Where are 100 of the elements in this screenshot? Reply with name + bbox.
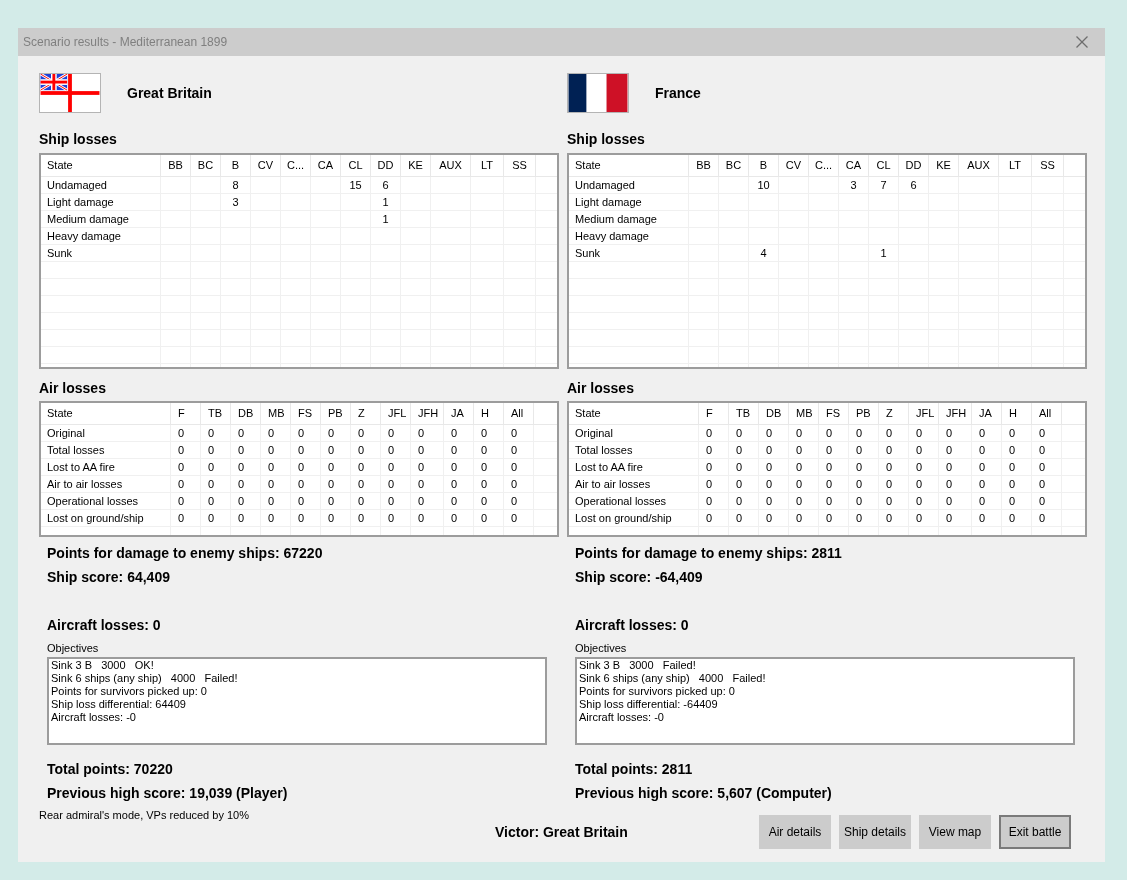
column-header[interactable]: JA [972, 403, 1002, 424]
table-cell: 0 [729, 476, 759, 492]
table-cell: Original [41, 425, 171, 441]
objective-line: Aircraft losses: -0 [51, 711, 136, 724]
section-title: Ship losses [39, 130, 117, 148]
column-header[interactable]: JA [444, 403, 474, 424]
column-header[interactable]: H [1002, 403, 1032, 424]
column-header[interactable]: F [171, 403, 201, 424]
column-header[interactable]: CV [779, 155, 809, 176]
column-header[interactable]: BC [191, 155, 221, 176]
column-header[interactable]: B [221, 155, 251, 176]
table-cell: 0 [879, 442, 909, 458]
table-cell: 0 [729, 442, 759, 458]
column-header[interactable]: B [749, 155, 779, 176]
column-header[interactable]: JFL [381, 403, 411, 424]
damage-points-text: Points for damage to enemy ships: 67220 [47, 544, 323, 562]
column-header[interactable]: CA [311, 155, 341, 176]
column-header[interactable]: PB [321, 403, 351, 424]
column-header[interactable]: H [474, 403, 504, 424]
table-cell: 0 [789, 493, 819, 509]
table-cell: 0 [474, 476, 504, 492]
column-header[interactable]: C... [809, 155, 839, 176]
table-cell: Sunk [569, 245, 689, 261]
table-cell: 0 [201, 510, 231, 526]
table-cell: 0 [381, 493, 411, 509]
column-header[interactable]: DB [759, 403, 789, 424]
table-cell: 0 [699, 442, 729, 458]
action-button[interactable]: Ship details [839, 815, 911, 849]
action-button[interactable]: Air details [759, 815, 831, 849]
column-header[interactable]: Z [351, 403, 381, 424]
column-header[interactable]: DD [899, 155, 929, 176]
column-header[interactable]: State [569, 403, 699, 424]
column-header[interactable]: State [569, 155, 689, 176]
table-cell: 0 [261, 425, 291, 441]
table-cell: 0 [939, 476, 972, 492]
column-header[interactable]: All [1032, 403, 1062, 424]
table-cell: 0 [699, 425, 729, 441]
section-title: Air losses [567, 379, 634, 397]
section-title: Ship losses [567, 130, 645, 148]
column-header[interactable]: MB [261, 403, 291, 424]
column-header[interactable]: LT [999, 155, 1032, 176]
column-header[interactable]: CA [839, 155, 869, 176]
column-header[interactable]: SS [1032, 155, 1064, 176]
column-header[interactable]: JFH [411, 403, 444, 424]
column-header[interactable]: KE [929, 155, 959, 176]
column-header[interactable]: AUX [431, 155, 471, 176]
column-header[interactable]: BB [161, 155, 191, 176]
table-cell: 0 [849, 510, 879, 526]
column-header[interactable]: CL [869, 155, 899, 176]
column-header[interactable]: DD [371, 155, 401, 176]
close-icon [1076, 36, 1088, 48]
column-header[interactable]: JFH [939, 403, 972, 424]
column-header[interactable]: KE [401, 155, 431, 176]
column-header[interactable]: TB [729, 403, 759, 424]
action-button[interactable]: Exit battle [999, 815, 1071, 849]
objective-line: Sink 6 ships (any ship) 4000 Failed! [51, 672, 238, 685]
column-header[interactable]: CV [251, 155, 281, 176]
column-header[interactable]: PB [849, 403, 879, 424]
table-cell: Sunk [41, 245, 161, 261]
aircraft-losses-text: Aircraft losses: 0 [575, 616, 689, 634]
column-header[interactable]: CL [341, 155, 371, 176]
objectives-field[interactable]: Sink 3 B 3000 Failed! Sink 6 ships (any ship) 4000 Failed! Points for survivors picked up: 0 Ship loss differential: -64409 Aircraft losses: -0 [575, 657, 1075, 745]
column-header[interactable]: F [699, 403, 729, 424]
table-cell: 1 [371, 194, 401, 210]
column-header[interactable]: Z [879, 403, 909, 424]
table-cell: 0 [171, 493, 201, 509]
table-cell: 0 [201, 493, 231, 509]
column-header[interactable]: All [504, 403, 534, 424]
table-cell: 0 [699, 459, 729, 475]
table-cell: 0 [321, 476, 351, 492]
column-header[interactable]: State [41, 403, 171, 424]
column-header[interactable]: C... [281, 155, 311, 176]
table-cell: 0 [231, 459, 261, 475]
column-header[interactable]: LT [471, 155, 504, 176]
column-header[interactable]: FS [819, 403, 849, 424]
column-header[interactable]: MB [789, 403, 819, 424]
table-cell: 0 [171, 425, 201, 441]
objectives-field[interactable]: Sink 3 B 3000 OK! Sink 6 ships (any ship) 4000 Failed! Points for survivors picked up: 0 Ship loss differential: 64409 Aircraft losses: -0 [47, 657, 547, 745]
column-header[interactable]: DB [231, 403, 261, 424]
column-header[interactable]: State [41, 155, 161, 176]
table-cell: 0 [1032, 442, 1062, 458]
table-cell: Air to air losses [569, 476, 699, 492]
table-cell: 0 [759, 510, 789, 526]
table-cell: 0 [699, 510, 729, 526]
column-header[interactable]: FS [291, 403, 321, 424]
column-header[interactable]: SS [504, 155, 536, 176]
ship-score-text: Ship score: -64,409 [575, 568, 703, 586]
column-header[interactable]: BB [689, 155, 719, 176]
table-cell: 0 [1032, 510, 1062, 526]
column-header[interactable]: AUX [959, 155, 999, 176]
column-header[interactable]: JFL [909, 403, 939, 424]
table-cell: 0 [504, 476, 534, 492]
action-button[interactable]: View map [919, 815, 991, 849]
column-header[interactable]: BC [719, 155, 749, 176]
table-cell: 0 [879, 459, 909, 475]
column-header[interactable]: TB [201, 403, 231, 424]
table-cell: 0 [351, 459, 381, 475]
table-cell: 0 [171, 476, 201, 492]
country-name: France [655, 84, 701, 102]
table-cell: 0 [504, 459, 534, 475]
